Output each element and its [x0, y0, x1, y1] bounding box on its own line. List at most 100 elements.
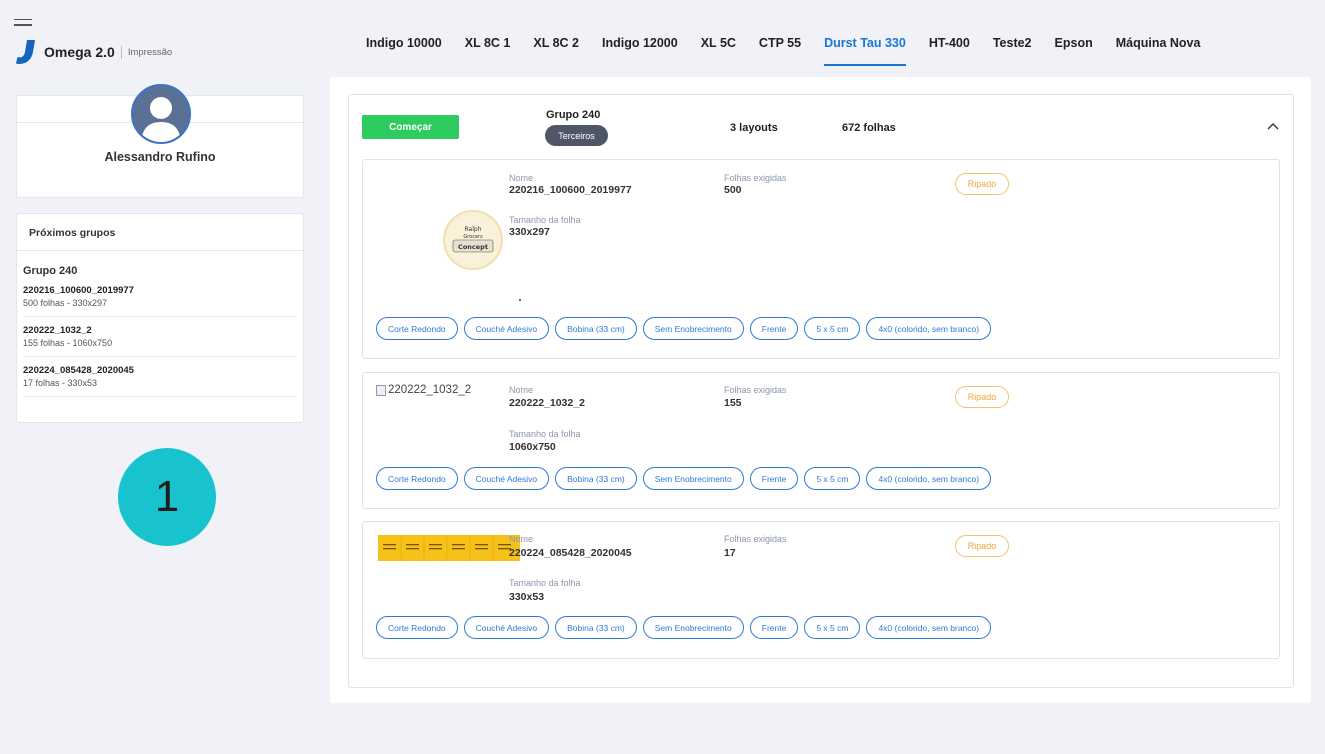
layout-name: 220222_1032_2: [509, 397, 585, 409]
list-item[interactable]: 220216_100600_2019977 500 folhas - 330x2…: [23, 277, 297, 317]
tag-chip: Sem Enobrecimento: [642, 467, 744, 490]
tab-xl-5c[interactable]: XL 5C: [701, 36, 736, 66]
list-item-name: 220224_085428_2020045: [23, 365, 134, 376]
layout-thumbnail: Ralph Grocers Concept: [443, 210, 503, 270]
brand-name: Omega 2.0: [44, 44, 115, 60]
start-button[interactable]: Começar: [362, 115, 459, 139]
tag-chip: Bobina (33 cm): [555, 467, 637, 490]
sheet-size-label: Tamanho da folha: [509, 429, 581, 439]
main-panel: Começar Grupo 240 Terceiros 3 layouts 67…: [330, 77, 1311, 703]
tag-chip: 5 x 5 cm: [804, 467, 861, 490]
chevron-up-icon[interactable]: [1266, 121, 1280, 131]
tab-maquina-nova[interactable]: Máquina Nova: [1116, 36, 1201, 66]
sheets-required-label: Folhas exigidas: [724, 173, 787, 183]
layout-card: Terceiros Nome 220224_085428_2020045 Fol…: [362, 521, 1280, 659]
tag-chip: 5 x 5 cm: [804, 616, 861, 639]
group-type-badge: Terceiros: [545, 125, 608, 146]
layout-card: 220222_1032_2 Nome 220222_1032_2 Folhas …: [362, 372, 1280, 509]
tag-list: Corte Redondo Couché Adesivo Bobina (33 …: [376, 317, 997, 340]
sheets-count: 672 folhas: [842, 122, 896, 134]
sheets-required-value: 500: [724, 184, 742, 196]
tag-chip: 4x0 (colorido, sem branco): [866, 317, 992, 340]
broken-image: 220222_1032_2: [376, 384, 471, 396]
tab-indigo-10000[interactable]: Indigo 10000: [366, 36, 442, 66]
machine-tabs: Indigo 10000 XL 8C 1 XL 8C 2 Indigo 1200…: [366, 36, 1223, 66]
tab-teste2[interactable]: Teste2: [993, 36, 1032, 66]
layout-name: 220216_100600_2019977: [509, 184, 632, 196]
next-group-title: Grupo 240: [23, 265, 78, 277]
status-badge: Ripado: [955, 386, 1009, 408]
profile-card: Alessandro Rufino: [16, 84, 304, 198]
sheet-size-label: Tamanho da folha: [509, 215, 581, 225]
name-label: Nome: [509, 173, 534, 183]
tab-indigo-12000[interactable]: Indigo 12000: [602, 36, 678, 66]
list-item-name: 220216_100600_2019977: [23, 285, 134, 296]
tag-chip: Corte Redondo: [376, 317, 458, 340]
name-label: Nome: [509, 385, 534, 395]
avatar: [131, 84, 191, 144]
brand-divider: [120, 45, 122, 59]
sheets-required-label: Folhas exigidas: [724, 385, 787, 395]
tab-xl-8c-2[interactable]: XL 8C 2: [533, 36, 579, 66]
tag-chip: Couché Adesivo: [463, 467, 550, 490]
tag-list: Corte Redondo Couché Adesivo Bobina (33 …: [376, 616, 997, 639]
list-item-desc: 155 folhas - 1060x750: [23, 338, 113, 348]
thumb-text-3: Concept: [458, 243, 488, 251]
tag-chip: Couché Adesivo: [463, 317, 550, 340]
omega-logo-icon: [16, 40, 35, 64]
sheets-required-value: 17: [724, 547, 736, 559]
layout-thumbnail: Terceiros: [378, 535, 520, 561]
user-silhouette-icon: [141, 97, 181, 142]
sheet-size-value: 1060x750: [509, 441, 556, 453]
list-item[interactable]: 220222_1032_2 155 folhas - 1060x750: [23, 317, 297, 357]
list-item-name: 220222_1032_2: [23, 325, 92, 336]
status-badge: Ripado: [955, 173, 1009, 195]
tab-epson[interactable]: Epson: [1055, 36, 1093, 66]
list-item-desc: 500 folhas - 330x297: [23, 298, 108, 308]
name-label: Nome: [509, 534, 534, 544]
tag-chip: Bobina (33 cm): [555, 317, 637, 340]
separator-dot: [519, 299, 521, 301]
tag-chip: Frente: [749, 317, 799, 340]
profile-name: Alessandro Rufino: [104, 150, 216, 164]
tag-chip: Frente: [749, 467, 799, 490]
group-title: Grupo 240: [546, 109, 601, 121]
list-item-desc: 17 folhas - 330x53: [23, 378, 98, 388]
tag-chip: Couché Adesivo: [463, 616, 550, 639]
tag-chip: 4x0 (colorido, sem branco): [866, 467, 992, 490]
step-badge: 1: [118, 448, 216, 546]
layout-name: 220224_085428_2020045: [509, 547, 632, 559]
broken-image-icon: [376, 384, 386, 396]
status-badge: Ripado: [955, 535, 1009, 557]
sheet-size-value: 330x297: [509, 226, 550, 238]
tag-chip: Corte Redondo: [376, 616, 458, 639]
list-item[interactable]: 220224_085428_2020045 17 folhas - 330x53: [23, 357, 297, 397]
tag-chip: Frente: [749, 616, 799, 639]
next-groups-card: Próximos grupos Grupo 240 220216_100600_…: [16, 213, 304, 423]
tag-chip: Corte Redondo: [376, 467, 458, 490]
tag-chip: 5 x 5 cm: [804, 317, 861, 340]
tab-ctp-55[interactable]: CTP 55: [759, 36, 801, 66]
tab-ht-400[interactable]: HT-400: [929, 36, 970, 66]
sheet-size-value: 330x53: [509, 591, 545, 603]
tab-xl-8c-1[interactable]: XL 8C 1: [465, 36, 511, 66]
tag-list: Corte Redondo Couché Adesivo Bobina (33 …: [376, 467, 997, 490]
group-box: Começar Grupo 240 Terceiros 3 layouts 67…: [348, 94, 1294, 688]
sheets-required-label: Folhas exigidas: [724, 534, 787, 544]
brand-subtitle: Impressão: [127, 46, 173, 58]
sheets-required-value: 155: [724, 397, 742, 409]
tag-chip: Bobina (33 cm): [555, 616, 637, 639]
tag-chip: Sem Enobrecimento: [642, 616, 744, 639]
sheet-size-label: Tamanho da folha: [509, 578, 581, 588]
layouts-count: 3 layouts: [730, 122, 778, 134]
next-groups-header: Próximos grupos: [17, 214, 303, 251]
broken-image-alt: 220222_1032_2: [388, 384, 472, 396]
layout-card: Ralph Grocers Concept Nome 220216_100600…: [362, 159, 1280, 359]
tag-chip: Sem Enobrecimento: [642, 317, 744, 340]
brand: Omega 2.0 Impressão: [16, 40, 172, 64]
tab-durst-tau-330[interactable]: Durst Tau 330: [824, 36, 906, 66]
menu-toggle-icon[interactable]: [14, 19, 32, 29]
tag-chip: 4x0 (colorido, sem branco): [866, 616, 992, 639]
thumb-text-2: Grocers: [463, 234, 483, 240]
thumb-text-1: Ralph: [465, 226, 482, 233]
